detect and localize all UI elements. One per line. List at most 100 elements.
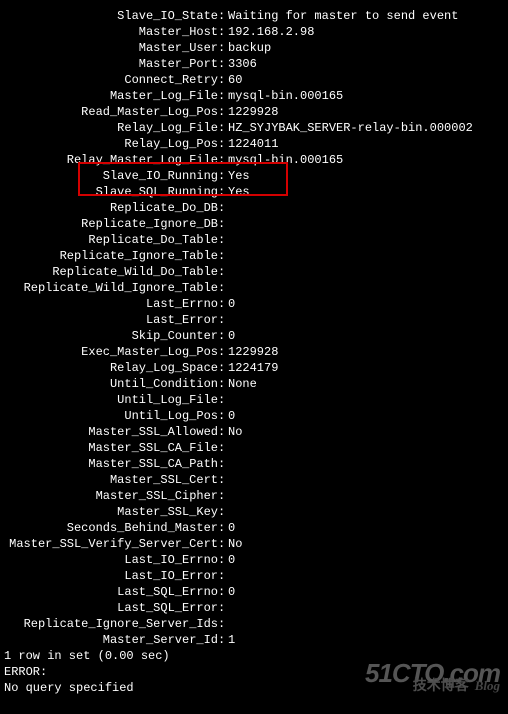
status-value: 0 (226, 328, 506, 344)
status-label: Seconds_Behind_Master (2, 520, 218, 536)
status-label: Slave_IO_Running (2, 168, 218, 184)
status-row: Last_Error: (2, 312, 506, 328)
status-label: Relay_Log_Pos (2, 136, 218, 152)
status-label: Last_Error (2, 312, 218, 328)
status-row: Master_Log_File:mysql-bin.000165 (2, 88, 506, 104)
status-label: Replicate_Do_DB (2, 200, 218, 216)
colon: : (218, 40, 226, 56)
status-value (226, 264, 506, 280)
status-label: Slave_SQL_Running (2, 184, 218, 200)
status-row: Last_SQL_Error: (2, 600, 506, 616)
status-row: Master_Server_Id:1 (2, 632, 506, 648)
status-value (226, 488, 506, 504)
status-row: Master_User:backup (2, 40, 506, 56)
status-value (226, 504, 506, 520)
status-label: Master_Log_File (2, 88, 218, 104)
colon: : (218, 600, 226, 616)
status-value: 192.168.2.98 (226, 24, 506, 40)
colon: : (218, 200, 226, 216)
status-row: Skip_Counter:0 (2, 328, 506, 344)
status-row: Relay_Log_File:HZ_SYJYBAK_SERVER-relay-b… (2, 120, 506, 136)
colon: : (218, 360, 226, 376)
colon: : (218, 120, 226, 136)
status-value: Yes (226, 168, 506, 184)
status-row: Exec_Master_Log_Pos:1229928 (2, 344, 506, 360)
status-value: None (226, 376, 506, 392)
status-value (226, 312, 506, 328)
status-row: Master_SSL_Cipher: (2, 488, 506, 504)
status-row: Master_SSL_Cert: (2, 472, 506, 488)
status-row: Last_SQL_Errno:0 (2, 584, 506, 600)
status-value: 60 (226, 72, 506, 88)
status-row: Master_SSL_Allowed:No (2, 424, 506, 440)
status-row: Read_Master_Log_Pos:1229928 (2, 104, 506, 120)
status-value: HZ_SYJYBAK_SERVER-relay-bin.000002 (226, 120, 506, 136)
status-row: Until_Log_File: (2, 392, 506, 408)
rowcount-line: 1 row in set (0.00 sec) (2, 648, 506, 664)
colon: : (218, 312, 226, 328)
status-row: Slave_IO_State:Waiting for master to sen… (2, 8, 506, 24)
colon: : (218, 328, 226, 344)
colon: : (218, 264, 226, 280)
status-label: Master_Port (2, 56, 218, 72)
status-row: Replicate_Ignore_Server_Ids: (2, 616, 506, 632)
status-row: Replicate_Do_DB: (2, 200, 506, 216)
colon: : (218, 568, 226, 584)
status-label: Replicate_Ignore_Server_Ids (2, 616, 218, 632)
status-row: Until_Condition:None (2, 376, 506, 392)
colon: : (218, 344, 226, 360)
colon: : (218, 552, 226, 568)
status-row: Connect_Retry:60 (2, 72, 506, 88)
status-label: Relay_Master_Log_File (2, 152, 218, 168)
status-value (226, 232, 506, 248)
status-row: Until_Log_Pos:0 (2, 408, 506, 424)
colon: : (218, 216, 226, 232)
status-label: Master_SSL_Cipher (2, 488, 218, 504)
colon: : (218, 8, 226, 24)
status-value (226, 616, 506, 632)
status-row: Slave_SQL_Running:Yes (2, 184, 506, 200)
status-value: 0 (226, 584, 506, 600)
status-value (226, 568, 506, 584)
status-label: Master_User (2, 40, 218, 56)
error-label: ERROR: (2, 664, 506, 680)
colon: : (218, 184, 226, 200)
status-value (226, 392, 506, 408)
status-label: Replicate_Ignore_DB (2, 216, 218, 232)
colon: : (218, 88, 226, 104)
status-value: mysql-bin.000165 (226, 152, 506, 168)
status-value: backup (226, 40, 506, 56)
status-value: 1229928 (226, 344, 506, 360)
status-row: Replicate_Ignore_Table: (2, 248, 506, 264)
status-label: Slave_IO_State (2, 8, 218, 24)
status-label: Last_IO_Error (2, 568, 218, 584)
status-value: 1 (226, 632, 506, 648)
status-label: Master_SSL_Cert (2, 472, 218, 488)
colon: : (218, 104, 226, 120)
status-label: Skip_Counter (2, 328, 218, 344)
status-label: Replicate_Ignore_Table (2, 248, 218, 264)
status-label: Replicate_Do_Table (2, 232, 218, 248)
status-value: mysql-bin.000165 (226, 88, 506, 104)
status-value: 0 (226, 552, 506, 568)
status-value (226, 216, 506, 232)
colon: : (218, 56, 226, 72)
colon: : (218, 296, 226, 312)
colon: : (218, 584, 226, 600)
colon: : (218, 376, 226, 392)
colon: : (218, 24, 226, 40)
status-value: 0 (226, 408, 506, 424)
status-row: Last_IO_Error: (2, 568, 506, 584)
status-label: Master_SSL_Key (2, 504, 218, 520)
status-value (226, 600, 506, 616)
status-row: Master_Host:192.168.2.98 (2, 24, 506, 40)
status-value: Waiting for master to send event (226, 8, 506, 24)
status-label: Master_Host (2, 24, 218, 40)
colon: : (218, 72, 226, 88)
status-row: Replicate_Ignore_DB: (2, 216, 506, 232)
colon: : (218, 248, 226, 264)
status-row: Last_IO_Errno:0 (2, 552, 506, 568)
status-value: No (226, 536, 506, 552)
status-label: Connect_Retry (2, 72, 218, 88)
status-label: Relay_Log_File (2, 120, 218, 136)
